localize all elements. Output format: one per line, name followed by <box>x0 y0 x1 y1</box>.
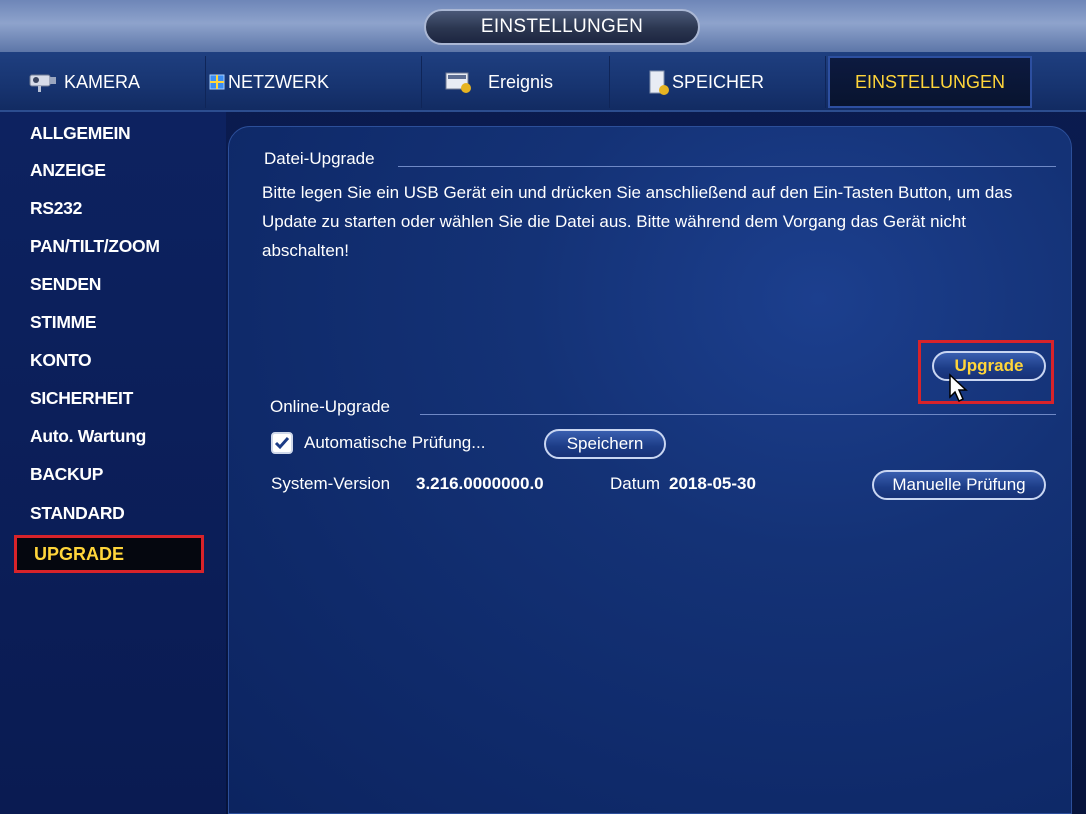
system-version-value: 3.216.0000000.0 <box>416 474 544 493</box>
tab-label: NETZWERK <box>228 71 329 92</box>
auto-check-label: Automatische Prüfung... <box>304 433 486 452</box>
tab-bar: KAMERA NETZWERK Ereignis SPEICHER EINSTE… <box>0 52 1086 112</box>
network-icon <box>208 70 228 94</box>
date-value: 2018-05-30 <box>669 474 756 493</box>
sidebar-item-label: UPGRADE <box>34 543 125 564</box>
tab-einstellungen[interactable]: EINSTELLUNGEN <box>828 56 1032 108</box>
sidebar: ALLGEMEIN ANZEIGE RS232 PAN/TILT/ZOOM SE… <box>0 112 226 814</box>
sidebar-item-standard[interactable]: STANDARD <box>30 497 125 529</box>
tab-label: KAMERA <box>64 71 141 92</box>
sidebar-item-stimme[interactable]: STIMME <box>30 306 97 338</box>
title-bar: EINSTELLUNGEN <box>0 0 1086 52</box>
camera-icon <box>28 70 58 94</box>
tab-kamera[interactable]: KAMERA <box>28 56 206 108</box>
sidebar-item-rs232[interactable]: RS232 <box>30 192 82 224</box>
sidebar-item-auto-wartung[interactable]: Auto. Wartung <box>30 420 146 452</box>
sidebar-item-anzeige[interactable]: ANZEIGE <box>30 154 106 186</box>
tab-label: EINSTELLUNGEN <box>854 71 1006 92</box>
tab-netzwerk[interactable]: NETZWERK <box>208 56 422 108</box>
event-icon <box>444 70 474 94</box>
date-label: Datum <box>610 474 661 493</box>
online-upgrade-title: Online-Upgrade <box>270 397 391 416</box>
sidebar-item-pan-tilt-zoom[interactable]: PAN/TILT/ZOOM <box>30 230 160 262</box>
storage-icon <box>648 70 672 95</box>
file-upgrade-title: Datei-Upgrade <box>264 149 375 168</box>
mouse-cursor-icon <box>949 373 968 403</box>
sidebar-item-allgemein[interactable]: ALLGEMEIN <box>30 117 131 149</box>
tab-speicher[interactable]: SPEICHER <box>612 56 826 108</box>
auto-check-checkbox[interactable] <box>271 432 293 454</box>
manual-check-button[interactable]: Manuelle Prüfung <box>872 470 1046 500</box>
save-button[interactable]: Speichern <box>544 429 666 459</box>
system-version-label: System-Version <box>271 474 391 493</box>
section-divider <box>420 414 1056 415</box>
sidebar-item-senden[interactable]: SENDEN <box>30 268 101 300</box>
tab-ereignis[interactable]: Ereignis <box>424 56 610 108</box>
window-title: EINSTELLUNGEN <box>424 9 700 45</box>
sidebar-item-sicherheit[interactable]: SICHERHEIT <box>30 382 133 414</box>
dvr-settings-screen: EINSTELLUNGEN KAMERA NETZWERK Ereignis S… <box>0 0 1086 814</box>
tab-label: SPEICHER <box>672 71 765 92</box>
sidebar-item-konto[interactable]: KONTO <box>30 344 92 376</box>
checkmark-icon <box>274 437 290 450</box>
sidebar-item-backup[interactable]: BACKUP <box>30 458 103 490</box>
tab-label: Ereignis <box>488 71 554 92</box>
section-divider <box>398 166 1056 167</box>
file-upgrade-description: Bitte legen Sie ein USB Gerät ein und dr… <box>262 183 1013 260</box>
sidebar-item-upgrade[interactable]: UPGRADE <box>14 535 204 573</box>
